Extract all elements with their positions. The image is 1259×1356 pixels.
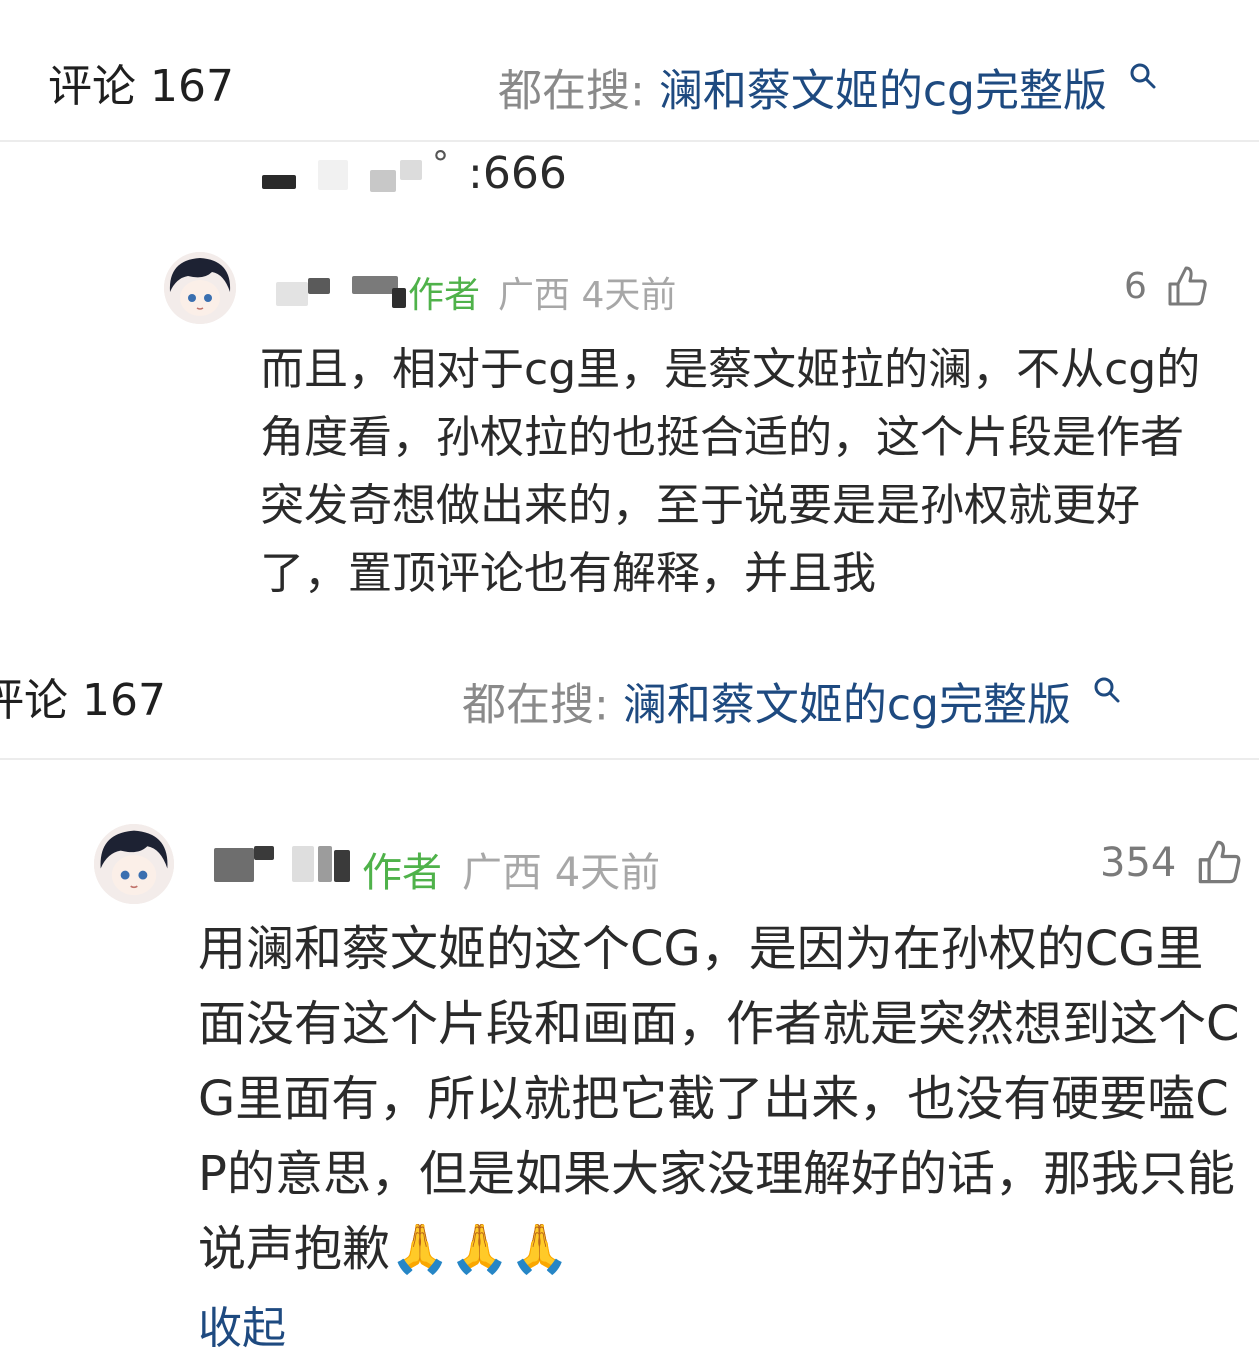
author-badge: 作者 <box>362 850 442 896</box>
comment-location: 广西 <box>498 275 571 316</box>
trending-search-link[interactable]: 都在搜: 澜和蔡文姬的cg完整版 <box>498 50 1157 119</box>
trending-search-prefix: 都在搜: <box>498 65 645 117</box>
search-icon <box>1129 50 1157 101</box>
quoted-reply-text: :666 <box>468 148 567 199</box>
blurred-username <box>308 278 330 294</box>
degree-mark: ° <box>432 144 449 184</box>
header-divider <box>0 758 1259 760</box>
blurred-username <box>318 846 332 882</box>
comment-location: 广西 <box>462 850 542 896</box>
comment-body: 而且，相对于cg里，是蔡文姬拉的澜，不从cg的角度看，孙权拉的也挺合适的，这个片… <box>260 344 1201 599</box>
avatar[interactable] <box>164 252 236 324</box>
avatar[interactable] <box>94 824 174 904</box>
header-divider <box>0 140 1259 142</box>
blurred-username <box>392 288 406 308</box>
like-count: 354 <box>1100 840 1177 886</box>
thumb-up-icon[interactable] <box>1196 838 1244 890</box>
thumb-up-icon[interactable] <box>1166 264 1210 312</box>
comment-meta: 广西 4天前 <box>462 840 660 898</box>
author-badge: 作者 <box>408 275 481 316</box>
like-count: 6 <box>1124 266 1147 307</box>
blurred-username <box>334 850 350 882</box>
blurred-username <box>262 175 296 189</box>
blurred-username <box>292 846 314 882</box>
blurred-username <box>400 160 422 180</box>
blurred-username <box>370 170 396 192</box>
comment-meta: 广西 4天前 <box>498 266 676 318</box>
collapse-link[interactable]: 收起 <box>198 1292 286 1356</box>
blurred-username <box>276 282 308 306</box>
comment-panel-bottom: 评论 167 都在搜: 澜和蔡文姬的cg完整版 作者 广西 4天前 354 用澜… <box>0 620 1259 1354</box>
blurred-username <box>214 848 254 882</box>
blurred-username <box>254 846 274 860</box>
comment-panel-top: 评论 167 都在搜: 澜和蔡文姬的cg完整版 ° :666 作者 广西 4天前… <box>0 0 1259 620</box>
trending-search-query: 澜和蔡文姬的cg完整版 <box>658 65 1107 117</box>
search-icon <box>1093 664 1121 715</box>
trending-search-link[interactable]: 都在搜: 澜和蔡文姬的cg完整版 <box>462 664 1121 733</box>
comment-time: 4天前 <box>581 275 677 316</box>
comments-count-title: 评论 167 <box>48 61 234 112</box>
comment-body: 用澜和蔡文姬的这个CG，是因为在孙权的CG里面没有这个片段和画面，作者就是突然想… <box>198 921 1240 1277</box>
trending-search-query: 澜和蔡文姬的cg完整版 <box>622 679 1071 731</box>
comments-count-title: 评论 167 <box>0 675 166 726</box>
trending-search-prefix: 都在搜: <box>462 679 609 731</box>
comment-time: 4天前 <box>554 850 661 896</box>
blurred-username <box>318 160 348 190</box>
